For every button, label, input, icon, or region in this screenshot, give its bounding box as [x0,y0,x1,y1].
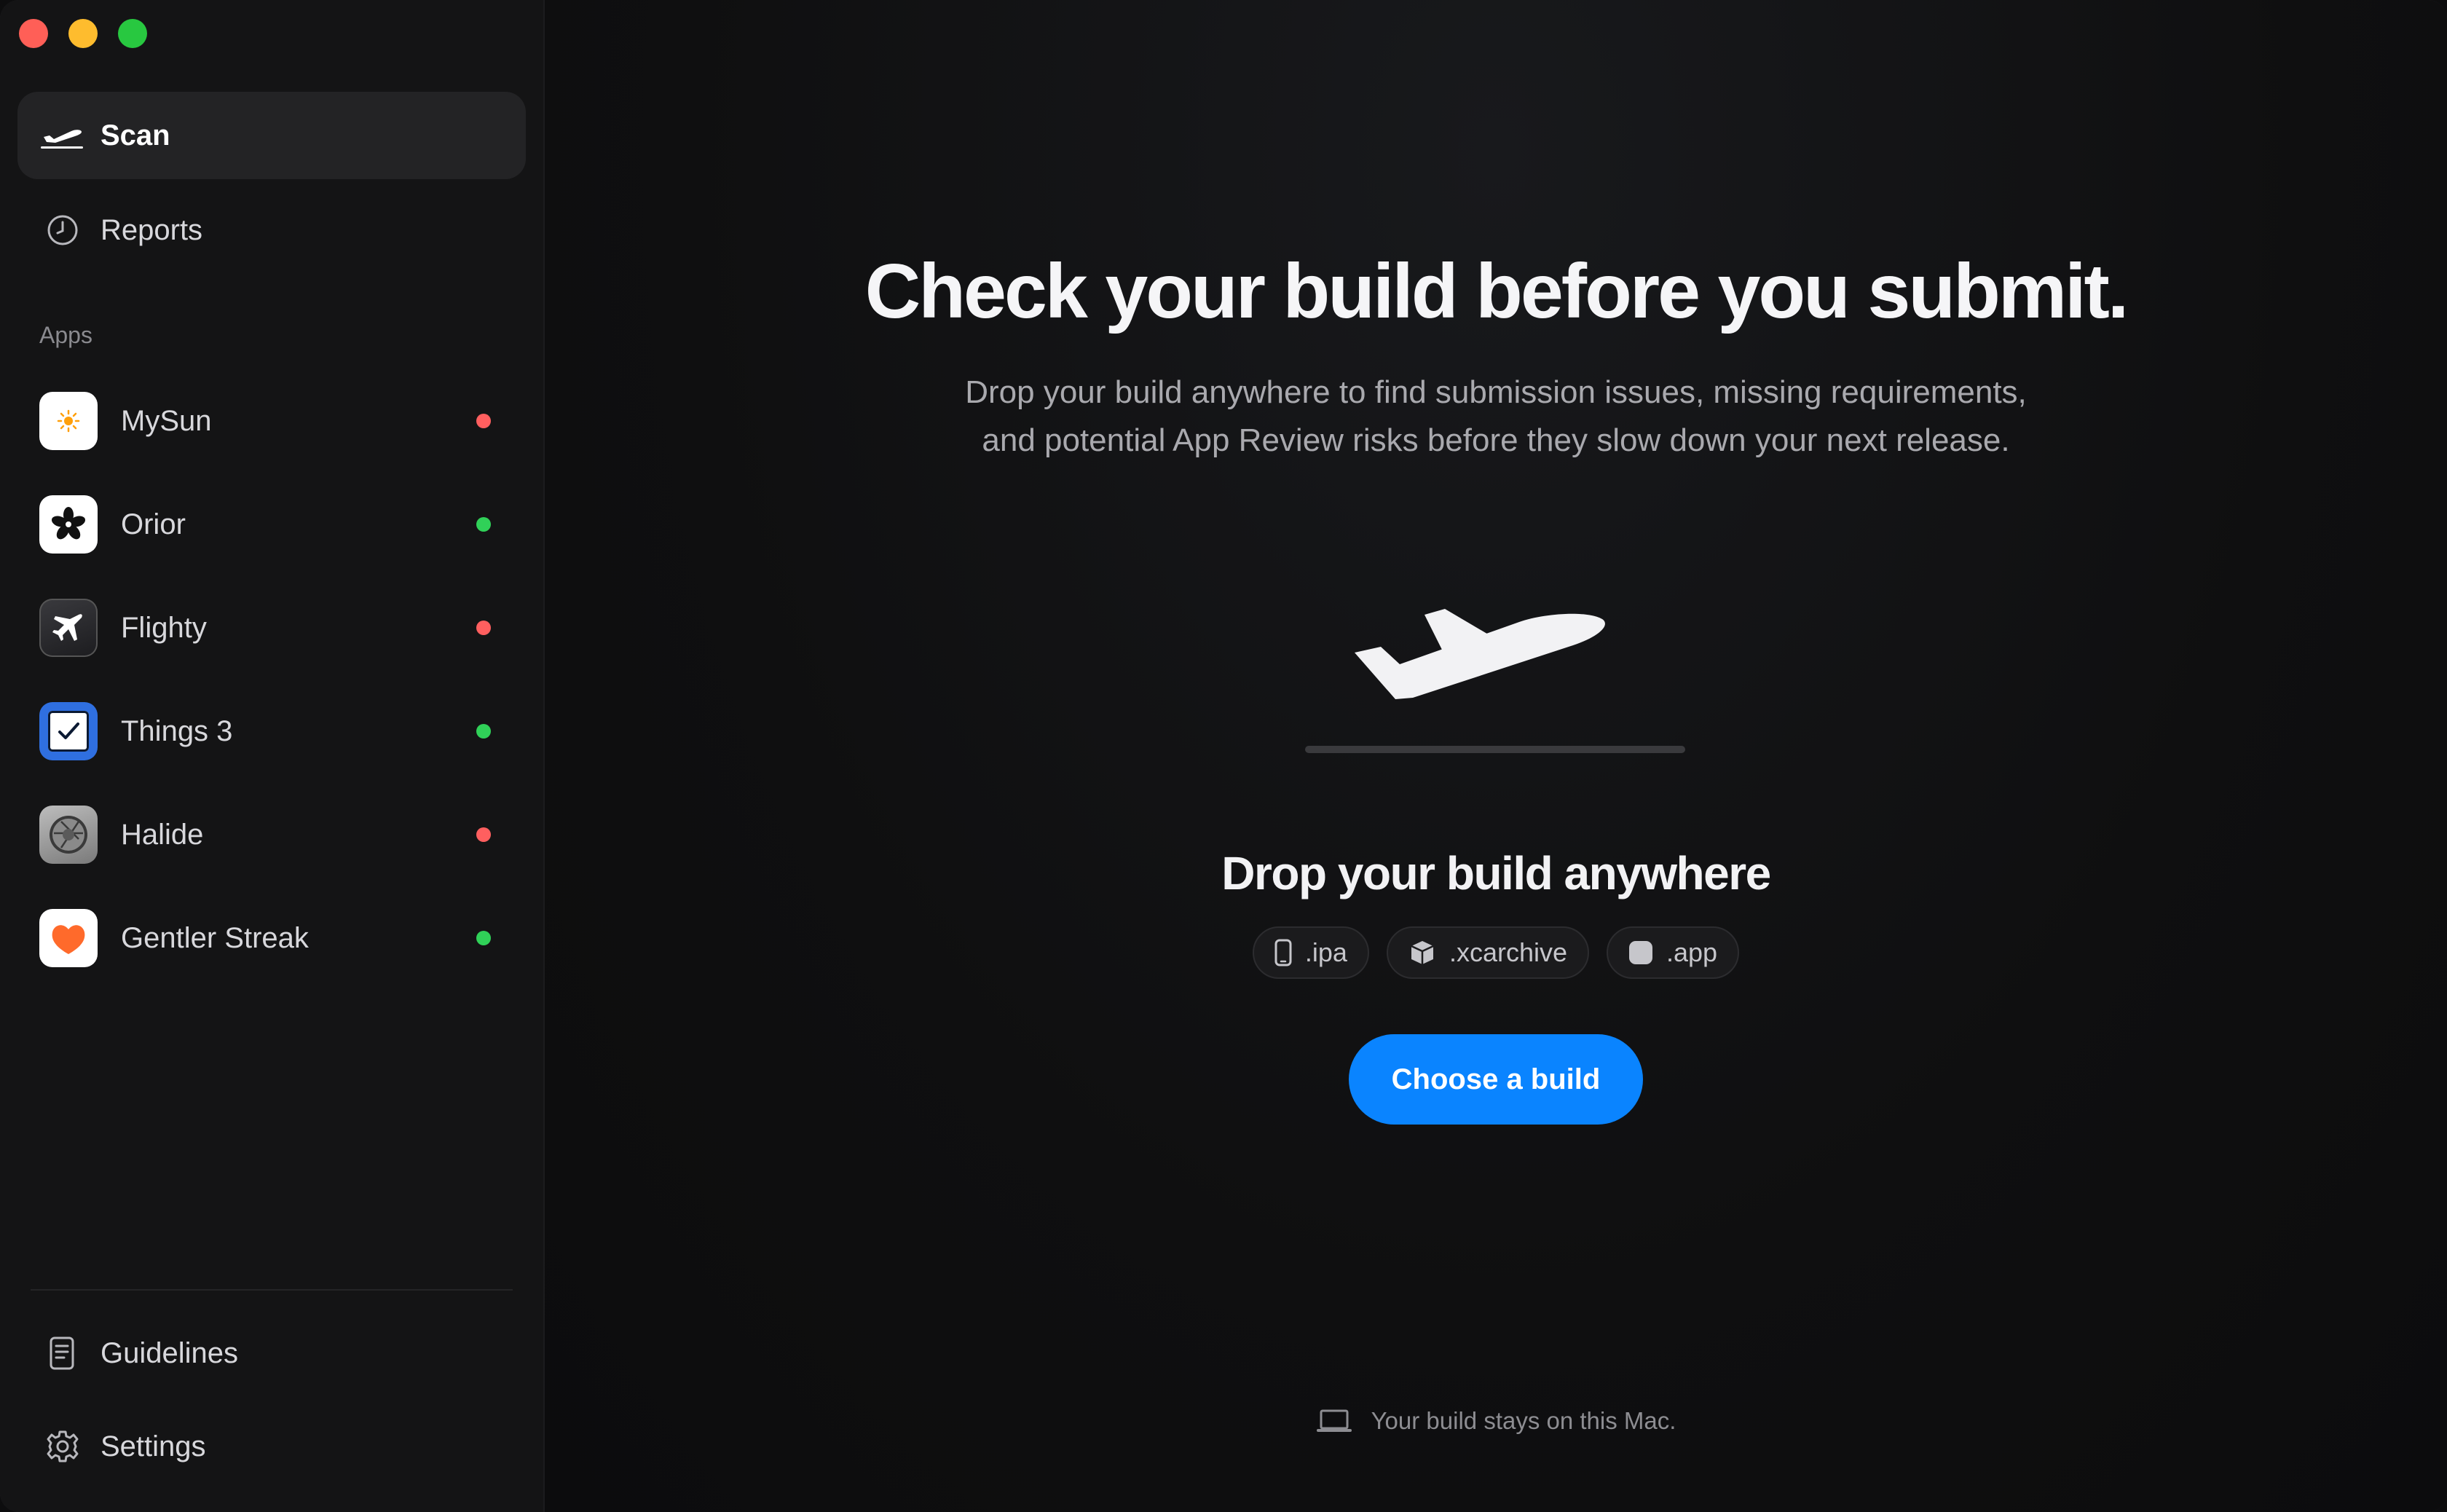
upload-progress-track [1305,746,1685,753]
minimize-window-button[interactable] [68,19,98,48]
status-dot-red [476,414,491,428]
privacy-note: Your build stays on this Mac. [545,1407,2447,1435]
document-icon [39,1330,86,1377]
choose-build-button[interactable]: Choose a build [1349,1034,1643,1125]
status-dot-green [476,931,491,945]
sidebar-app-mysun[interactable]: MySun [39,390,505,452]
page-title: Check your build before you submit. [864,248,2129,334]
sidebar-item-label: Settings [101,1430,206,1462]
description-line-1: Drop your build anywhere to find submiss… [965,374,2027,410]
airplane-icon [1355,606,1607,704]
app-icon [1628,940,1653,965]
drop-zone-title: Drop your build anywhere [1221,847,1771,899]
apps-section-label: Apps [39,322,92,348]
sidebar-item-scan[interactable]: Scan [17,92,526,179]
orior-app-icon [39,495,98,554]
box-icon [1408,939,1436,966]
sidebar-app-halide[interactable]: Halide [39,804,505,865]
page-description: Drop your build anywhere to find submiss… [545,369,2447,465]
sidebar-app-orior[interactable]: Orior [39,494,505,555]
window-controls [19,19,147,48]
airplane-departure-icon [39,112,86,159]
sidebar-app-things[interactable]: Things 3 [39,701,505,762]
sidebar-item-label: Reports [101,213,203,246]
format-label: .ipa [1304,937,1347,967]
status-dot-green [476,517,491,532]
mysun-app-icon [39,392,98,450]
gear-icon [39,1423,86,1470]
sidebar-item-reports[interactable]: Reports [17,186,526,274]
close-window-button[interactable] [19,19,48,48]
main-content: Check your build before you submit. Drop… [545,0,2447,1512]
format-label: .xcarchive [1449,937,1568,967]
supported-formats: .ipa .xcarchive .app [545,926,2447,979]
sidebar-item-guidelines[interactable]: Guidelines [17,1310,526,1397]
app-name: Flighty [121,611,207,644]
gentler-streak-app-icon [39,909,98,967]
things-app-icon [39,702,98,760]
sidebar-app-flighty[interactable]: Flighty [39,597,505,658]
status-dot-red [476,827,491,842]
sidebar-item-label: Guidelines [101,1336,239,1369]
laptop-icon [1316,1409,1352,1433]
sidebar-divider [31,1289,513,1291]
format-chip-ipa: .ipa [1252,926,1369,979]
privacy-note-text: Your build stays on this Mac. [1371,1407,1676,1434]
format-chip-app: .app [1607,926,1740,979]
sidebar-app-gentler-streak[interactable]: Gentler Streak [39,907,505,969]
halide-app-icon [39,806,98,864]
app-name: Things 3 [121,714,233,747]
app-name: MySun [121,404,212,437]
description-line-2: and potential App Review risks before th… [982,422,2010,458]
phone-icon [1274,939,1292,966]
status-dot-red [476,621,491,635]
flighty-app-icon [39,599,98,657]
app-name: Halide [121,818,204,851]
zoom-window-button[interactable] [118,19,147,48]
app-name: Orior [121,508,186,540]
sidebar: Scan Reports Apps MySun Orior Flighty Th… [0,0,545,1512]
clock-icon [39,207,86,253]
format-label: .app [1666,937,1718,967]
sidebar-item-settings[interactable]: Settings [17,1403,526,1490]
format-chip-xcarchive: .xcarchive [1386,926,1590,979]
app-window: Scan Reports Apps MySun Orior Flighty Th… [0,0,2447,1512]
sidebar-item-label: Scan [101,119,170,151]
app-name: Gentler Streak [121,921,309,954]
status-dot-green [476,724,491,739]
